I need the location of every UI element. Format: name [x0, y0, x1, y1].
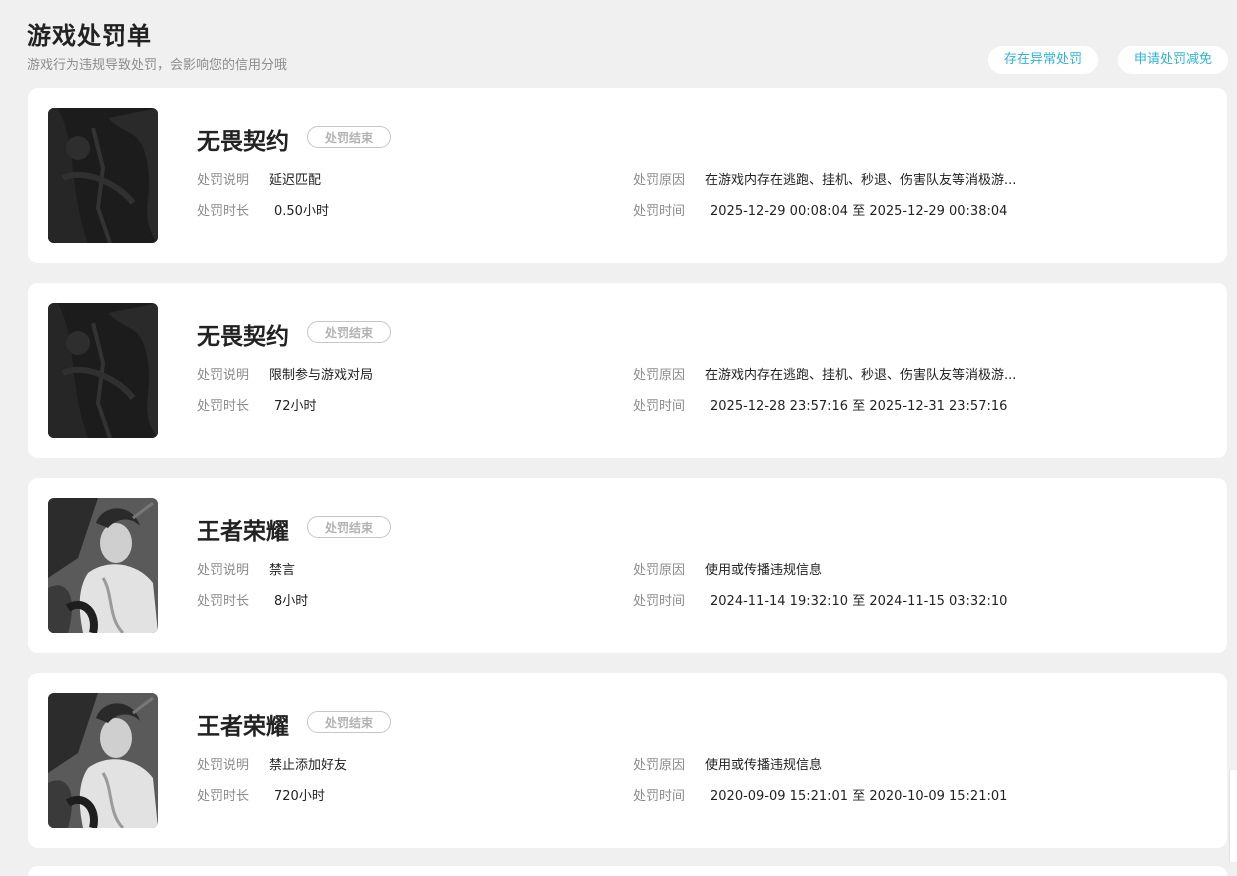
penalty-card[interactable]: 王者荣耀 处罚结束 处罚说明 禁言 处罚时长 8小时 处罚原因 使用或传播违规信… [28, 478, 1227, 653]
game-cover-image [48, 693, 158, 828]
abnormal-penalty-button[interactable]: 存在异常处罚 [988, 46, 1098, 74]
penalty-desc-label: 处罚说明 [197, 758, 250, 773]
page-subtitle: 游戏行为违规导致处罚，会影响您的信用分哦 [27, 58, 288, 73]
game-cover-image [48, 498, 158, 633]
penalty-reason-label: 处罚原因 [633, 368, 686, 383]
penalty-duration-label: 处罚时长 [197, 594, 250, 609]
penalty-time-label: 处罚时间 [633, 204, 686, 219]
penalty-desc-label: 处罚说明 [197, 368, 250, 383]
penalty-desc-value: 禁言 [269, 563, 296, 578]
penalty-desc-value: 禁止添加好友 [269, 758, 348, 773]
status-badge: 处罚结束 [307, 126, 391, 148]
penalty-time-value: 2020-09-09 15:21:01 至 2020-10-09 15:21:0… [710, 789, 1008, 804]
penalty-time-value: 2025-12-28 23:57:16 至 2025-12-31 23:57:1… [710, 399, 1008, 414]
penalty-reason-value: 在游戏内存在逃跑、挂机、秒退、伤害队友等消极游... [705, 173, 1017, 188]
game-title: 王者荣耀 [197, 519, 289, 545]
game-title: 无畏契约 [197, 324, 289, 350]
penalty-reason-label: 处罚原因 [633, 758, 686, 773]
penalty-reason-value: 使用或传播违规信息 [705, 758, 823, 773]
game-cover-image [48, 108, 158, 243]
penalty-time-label: 处罚时间 [633, 399, 686, 414]
penalty-duration-label: 处罚时长 [197, 789, 250, 804]
game-cover-image [48, 303, 158, 438]
status-badge: 处罚结束 [307, 516, 391, 538]
penalty-time-label: 处罚时间 [633, 594, 686, 609]
penalty-reason-label: 处罚原因 [633, 173, 686, 188]
penalty-card[interactable]: 王者荣耀 处罚结束 处罚说明 禁止添加好友 处罚时长 720小时 处罚原因 使用… [28, 673, 1227, 848]
penalty-time-value: 2025-12-29 00:08:04 至 2025-12-29 00:38:0… [710, 204, 1008, 219]
penalty-card[interactable]: 无畏契约 处罚结束 处罚说明 延迟匹配 处罚时长 0.50小时 处罚原因 在游戏… [28, 88, 1227, 263]
penalty-desc-label: 处罚说明 [197, 173, 250, 188]
page-title: 游戏处罚单 [27, 22, 152, 50]
penalty-time-label: 处罚时间 [633, 789, 686, 804]
penalty-desc-label: 处罚说明 [197, 563, 250, 578]
penalty-duration-label: 处罚时长 [197, 399, 250, 414]
penalty-reason-value: 使用或传播违规信息 [705, 563, 823, 578]
penalty-reason-value: 在游戏内存在逃跑、挂机、秒退、伤害队友等消极游... [705, 368, 1017, 383]
penalty-time-value: 2024-11-14 19:32:10 至 2024-11-15 03:32:1… [710, 594, 1008, 609]
penalty-desc-value: 限制参与游戏对局 [269, 368, 374, 383]
penalty-card[interactable]: 无畏契约 处罚结束 处罚说明 限制参与游戏对局 处罚时长 72小时 处罚原因 在… [28, 283, 1227, 458]
penalty-duration-value: 8小时 [274, 594, 309, 609]
status-badge: 处罚结束 [307, 711, 391, 733]
penalty-duration-value: 72小时 [274, 399, 317, 414]
penalty-duration-label: 处罚时长 [197, 204, 250, 219]
status-badge: 处罚结束 [307, 321, 391, 343]
penalty-desc-value: 延迟匹配 [269, 173, 322, 188]
next-penalty-card[interactable] [28, 866, 1227, 876]
apply-reduction-button[interactable]: 申请处罚减免 [1118, 46, 1228, 74]
penalty-reason-label: 处罚原因 [633, 563, 686, 578]
side-floating-tab[interactable] [1229, 770, 1237, 862]
game-title: 王者荣耀 [197, 714, 289, 740]
penalty-duration-value: 720小时 [274, 789, 325, 804]
game-title: 无畏契约 [197, 129, 289, 155]
penalty-duration-value: 0.50小时 [274, 204, 329, 219]
